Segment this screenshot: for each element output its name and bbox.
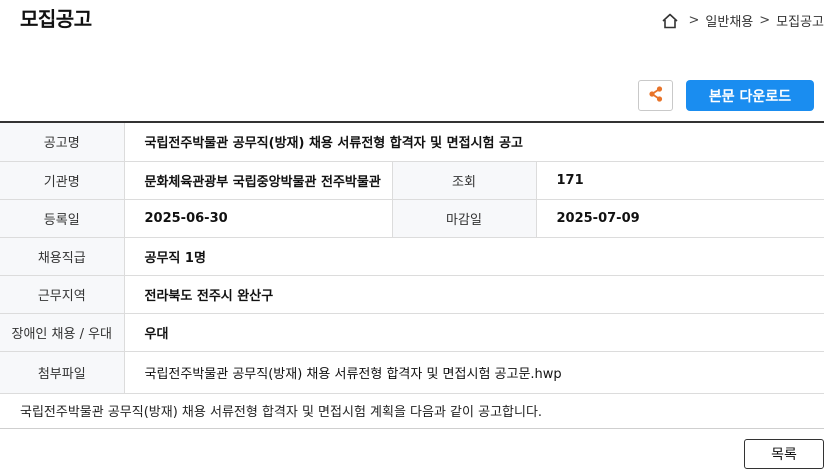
views-label: 조회: [392, 161, 537, 199]
table-row: 등록일 2025-06-30 마감일 2025-07-09: [0, 199, 824, 237]
home-icon[interactable]: [661, 12, 679, 30]
table-row: 기관명 문화체육관광부 국립중앙박물관 전주박물관 조회 171: [0, 161, 824, 199]
breadcrumb-item-notice[interactable]: 모집공고: [776, 11, 824, 30]
deadline-value: 2025-07-09: [556, 210, 640, 226]
deadline-label: 마감일: [392, 199, 537, 237]
reg-date-value: 2025-06-30: [124, 199, 393, 237]
attachment-label: 첨부파일: [0, 351, 125, 393]
org-value: 문화체육관광부 국립중앙박물관 전주박물관: [124, 161, 393, 199]
table-row: 첨부파일 국립전주박물관 공무직(방재) 채용 서류전형 합격자 및 면접시험 …: [0, 351, 824, 393]
share-button[interactable]: [638, 80, 673, 111]
breadcrumb-separator: >: [688, 13, 700, 28]
share-icon: [647, 85, 665, 106]
notice-info-table: 공고명 국립전주박물관 공무직(방재) 채용 서류전형 합격자 및 면접시험 공…: [0, 121, 824, 394]
region-value: 전라북도 전주시 완산구: [144, 288, 274, 304]
disabled-pref-value: 우대: [144, 326, 169, 342]
views-value: 171: [556, 172, 584, 188]
title-value: 국립전주박물관 공무직(방재) 채용 서류전형 합격자 및 면접시험 공고: [144, 136, 523, 152]
table-row: 근무지역 전라북도 전주시 완산구: [0, 275, 824, 313]
breadcrumb-item-recruit[interactable]: 일반채용: [705, 11, 753, 30]
grade-value: 공무직 1명: [144, 250, 206, 266]
divider: [0, 428, 824, 429]
notice-body-text: 국립전주박물관 공무직(방재) 채용 서류전형 합격자 및 면접시험 계획을 다…: [20, 405, 543, 420]
region-label: 근무지역: [0, 275, 125, 313]
title-label: 공고명: [0, 122, 125, 161]
disabled-pref-label: 장애인 채용 / 우대: [0, 313, 125, 351]
table-row: 공고명 국립전주박물관 공무직(방재) 채용 서류전형 합격자 및 면접시험 공…: [0, 122, 824, 161]
org-label: 기관명: [0, 161, 125, 199]
breadcrumb-separator: >: [759, 13, 771, 28]
attachment-link[interactable]: 국립전주박물관 공무직(방재) 채용 서류전형 합격자 및 면접시험 공고문.h…: [124, 351, 824, 393]
grade-label: 채용직급: [0, 237, 125, 275]
list-button[interactable]: 목록: [744, 439, 824, 469]
reg-date-label: 등록일: [0, 199, 125, 237]
table-row: 채용직급 공무직 1명: [0, 237, 824, 275]
page-title: 모집공고: [20, 7, 92, 31]
breadcrumb: > 일반채용 > 모집공고: [661, 11, 824, 30]
download-body-button[interactable]: 본문 다운로드: [686, 80, 814, 111]
table-row: 장애인 채용 / 우대 우대: [0, 313, 824, 351]
